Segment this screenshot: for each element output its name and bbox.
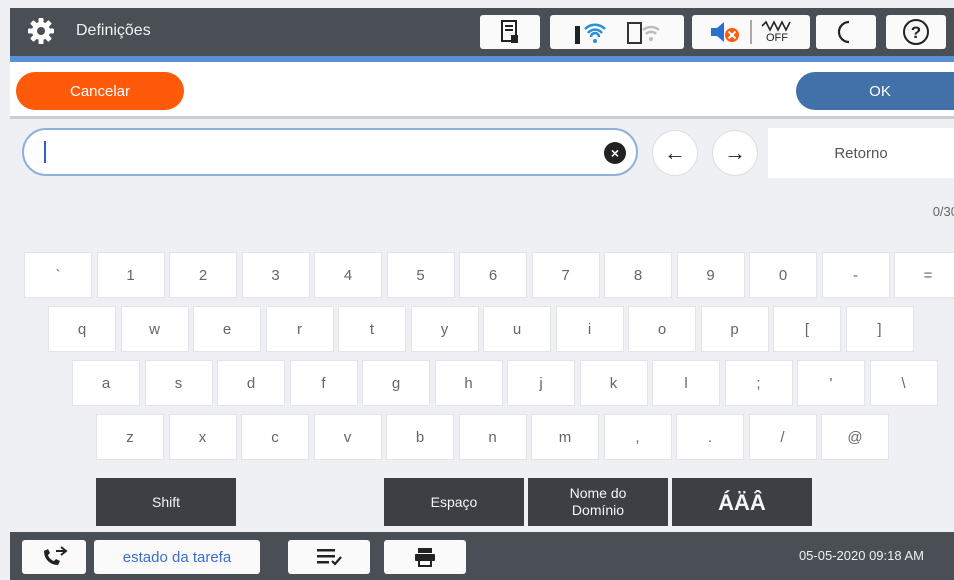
wifi-direct-icon xyxy=(627,22,660,44)
keyboard-key[interactable]: 5 xyxy=(386,252,455,298)
keyboard-key[interactable]: k xyxy=(579,360,648,406)
keyboard-key[interactable]: / xyxy=(748,414,817,460)
wifi-icon xyxy=(575,23,606,44)
keyboard-key[interactable]: 9 xyxy=(676,252,745,298)
text-input-field[interactable]: × xyxy=(22,128,638,176)
cursor-right-button[interactable]: → xyxy=(712,130,758,176)
keyboard-key[interactable]: x xyxy=(168,414,237,460)
return-button[interactable]: Retorno xyxy=(768,128,954,178)
keyboard-key[interactable]: i xyxy=(555,306,624,352)
job-queue-icon xyxy=(317,549,342,566)
sleep-button[interactable] xyxy=(816,15,876,49)
keyboard-key[interactable]: 3 xyxy=(241,252,310,298)
page-title: Definições xyxy=(76,22,151,39)
help-icon: ? xyxy=(903,19,929,45)
keyboard-key[interactable]: h xyxy=(434,360,503,406)
keyboard-key[interactable]: u xyxy=(483,306,551,352)
keyboard-key[interactable]: ] xyxy=(845,306,914,352)
document-feeder-icon xyxy=(501,20,518,43)
keyboard-key[interactable]: a xyxy=(72,360,140,406)
ok-button[interactable]: OK xyxy=(796,72,954,110)
keyboard-key[interactable]: 7 xyxy=(531,252,600,298)
document-feeder-status-button[interactable] xyxy=(480,15,540,49)
header-bar: Definições OFF ? xyxy=(10,8,954,56)
shift-key[interactable]: Shift xyxy=(96,478,236,526)
keyboard-key[interactable]: j xyxy=(507,360,575,406)
keyboard-key[interactable]: s xyxy=(144,360,213,406)
keyboard-key[interactable]: v xyxy=(313,414,382,460)
keyboard-key[interactable]: w xyxy=(120,306,189,352)
keyboard-key[interactable]: - xyxy=(821,252,890,298)
space-key[interactable]: Espaço xyxy=(384,478,524,526)
sound-eco-status-button[interactable]: OFF xyxy=(692,15,810,49)
network-status-button[interactable] xyxy=(550,15,684,49)
arrow-left-icon: ← xyxy=(664,140,686,165)
help-glyph: ? xyxy=(910,22,922,42)
fax-icon xyxy=(44,546,68,565)
character-counter: 0/30 xyxy=(932,204,954,219)
keyboard-key[interactable]: o xyxy=(628,306,696,352)
keyboard-key[interactable]: n xyxy=(458,414,527,460)
job-queue-button[interactable] xyxy=(288,540,370,574)
sleep-moon-icon xyxy=(837,20,850,44)
keyboard-key[interactable]: t xyxy=(338,306,406,352)
job-status-button[interactable]: estado da tarefa xyxy=(94,540,260,574)
domain-key-line2: Domínio xyxy=(571,502,625,518)
keyboard-key[interactable]: 1 xyxy=(96,252,165,298)
action-bar: Cancelar OK xyxy=(10,62,954,116)
eco-off-icon: OFF xyxy=(760,20,794,44)
keyboard-key[interactable]: d xyxy=(217,360,285,406)
printer-button[interactable] xyxy=(384,540,466,574)
keyboard-key[interactable]: g xyxy=(362,360,430,406)
settings-keyboard-screen: Definições OFF ? Cancelar OK × ← → Retor… xyxy=(0,0,954,580)
sound-muted-icon xyxy=(711,22,739,42)
fax-button[interactable] xyxy=(22,540,86,574)
keyboard-key[interactable]: = xyxy=(894,252,954,298)
printer-icon xyxy=(415,548,435,567)
keyboard-key[interactable]: @ xyxy=(821,414,889,460)
footer-bar: estado da tarefa 05-05-2020 09:18 AM xyxy=(10,532,954,580)
keyboard-key[interactable]: c xyxy=(241,414,309,460)
eco-off-label: OFF xyxy=(766,32,788,44)
keyboard-key[interactable]: y xyxy=(410,306,479,352)
keyboard-key[interactable]: m xyxy=(531,414,599,460)
keyboard-key[interactable]: [ xyxy=(773,306,841,352)
domain-name-key[interactable]: Nome do Domínio xyxy=(528,478,668,526)
gear-icon xyxy=(28,18,54,44)
divider xyxy=(10,116,954,119)
keyboard-key[interactable]: 8 xyxy=(604,252,672,298)
cancel-button[interactable]: Cancelar xyxy=(16,72,184,110)
text-caret xyxy=(44,141,46,163)
keyboard-key[interactable]: e xyxy=(193,306,261,352)
date-time: 05-05-2020 09:18 AM xyxy=(798,548,924,563)
keyboard-key[interactable]: \ xyxy=(869,360,938,406)
arrow-right-icon: → xyxy=(724,140,746,165)
accented-characters-key[interactable]: ÁÄÂ xyxy=(672,478,812,526)
keyboard-key[interactable]: ` xyxy=(24,252,92,298)
clear-icon[interactable]: × xyxy=(604,142,626,164)
keyboard-key[interactable]: 6 xyxy=(459,252,527,298)
help-button[interactable]: ? xyxy=(886,15,946,49)
domain-key-line1: Nome do xyxy=(569,485,627,501)
keyboard-key[interactable]: 0 xyxy=(749,252,817,298)
cursor-left-button[interactable]: ← xyxy=(652,130,698,176)
keyboard-key[interactable]: l xyxy=(652,360,720,406)
job-status-label: estado da tarefa xyxy=(122,548,232,566)
keyboard-key[interactable]: ' xyxy=(797,360,865,406)
keyboard-key[interactable]: f xyxy=(289,360,358,406)
keyboard-key[interactable]: r xyxy=(265,306,334,352)
keyboard-key[interactable]: b xyxy=(386,414,454,460)
keyboard-key[interactable]: , xyxy=(603,414,672,460)
keyboard-key[interactable]: p xyxy=(700,306,769,352)
keyboard-key[interactable]: 2 xyxy=(169,252,237,298)
keyboard-key[interactable]: 4 xyxy=(314,252,382,298)
keyboard-key[interactable]: q xyxy=(48,306,116,352)
keyboard-key[interactable]: z xyxy=(96,414,164,460)
keyboard-key[interactable]: . xyxy=(676,414,744,460)
keyboard-key[interactable]: ; xyxy=(724,360,793,406)
clear-glyph: × xyxy=(610,145,620,161)
